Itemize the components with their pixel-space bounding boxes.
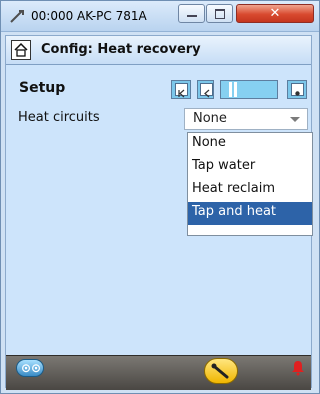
previous-page-icon <box>200 83 213 98</box>
next-page-button[interactable] <box>287 80 307 99</box>
previous-page-button[interactable] <box>197 80 214 99</box>
key-icon <box>211 363 229 379</box>
page-bar-icon <box>234 82 237 97</box>
link-icon: ⊙⊙ <box>21 361 42 375</box>
option-tap-and-heat[interactable]: Tap and heat <box>188 202 312 225</box>
setup-row: Setup <box>6 80 311 100</box>
heat-circuits-dropdown[interactable]: None Tap water Heat reclaim Tap and heat <box>187 132 313 236</box>
window-title: 00:000 AK-PC 781A <box>31 9 147 23</box>
app-window: 00:000 AK-PC 781A ✕ Config: Heat recover… <box>0 0 320 394</box>
page-indicator <box>220 80 278 99</box>
maximize-button[interactable] <box>206 4 233 23</box>
heat-circuits-select[interactable]: None <box>184 108 308 130</box>
key-button[interactable] <box>204 358 238 384</box>
page-bar-icon <box>229 82 232 97</box>
app-icon <box>10 10 24 23</box>
option-none[interactable]: None <box>188 133 312 156</box>
main-panel: Config: Heat recovery Setup Heat circuit… <box>5 35 313 390</box>
page-title: Config: Heat recovery <box>41 42 201 57</box>
option-tap-water[interactable]: Tap water <box>188 156 312 179</box>
heat-circuits-row: Heat circuits None <box>6 108 311 132</box>
alarm-bell-icon[interactable] <box>291 360 305 376</box>
close-button[interactable]: ✕ <box>236 4 314 23</box>
link-button[interactable]: ⊙⊙ <box>16 359 44 377</box>
minimize-button[interactable] <box>178 4 205 23</box>
option-heat-reclaim[interactable]: Heat reclaim <box>188 179 312 202</box>
heat-circuits-label: Heat circuits <box>18 110 100 125</box>
home-button[interactable] <box>11 40 31 60</box>
window-titlebar[interactable]: 00:000 AK-PC 781A ✕ <box>1 1 319 32</box>
chevron-down-icon <box>290 117 300 122</box>
first-page-icon <box>175 83 188 98</box>
bottom-toolbar: ⊙⊙ <box>6 355 311 390</box>
home-icon <box>14 42 28 57</box>
close-icon: ✕ <box>269 6 281 21</box>
config-header: Config: Heat recovery <box>6 36 311 65</box>
heat-circuits-value: None <box>193 111 227 126</box>
next-page-icon <box>291 83 304 96</box>
first-page-button[interactable] <box>171 80 191 99</box>
setup-label: Setup <box>19 80 66 96</box>
